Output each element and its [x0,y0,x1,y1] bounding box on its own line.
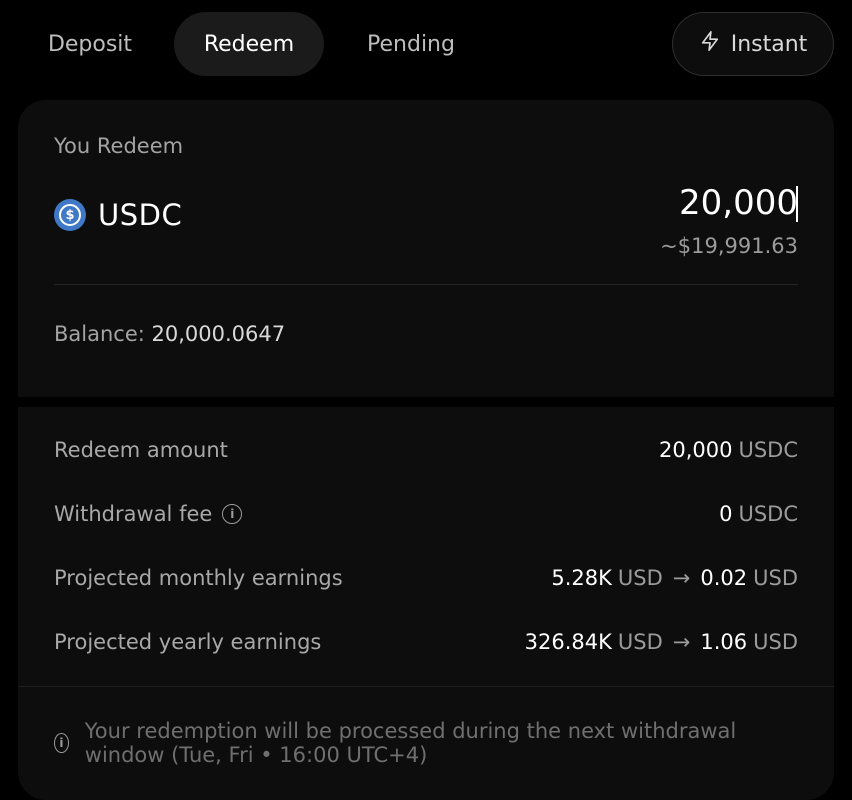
monthly-from-unit: USD [617,566,663,590]
usd-estimate: ~$19,991.63 [660,234,798,258]
withdrawal-fee-label: Withdrawal fee [54,502,213,526]
summary-row-yearly-earnings: Projected yearly earnings 326.84K USD → … [54,624,798,660]
row-label: Redeem amount [54,438,228,462]
notice-text: Your redemption will be processed during… [84,719,737,767]
divider [54,284,798,285]
instant-button[interactable]: Instant [672,12,834,76]
arrow-right-icon: → [672,630,691,654]
token-name: USDC [98,198,183,232]
redeem-amount-unit: USDC [738,438,798,462]
tab-bar: Deposit Redeem Pending Instant [0,0,852,90]
divider [18,686,834,687]
balance: Balance: 20,000.0647 [54,322,285,346]
text-caret [796,186,798,222]
arrow-right-icon: → [672,566,691,590]
row-value: 20,000 USDC [659,438,798,462]
summary-row-withdrawal-fee: Withdrawal fee i 0 USDC [54,496,798,532]
row-value: 326.84K USD → 1.06 USD [525,630,798,654]
redeem-amount-value: 20,000 [658,438,733,462]
monthly-to-value: 0.02 [700,566,748,590]
row-value: 0 USDC [719,502,798,526]
tab-deposit[interactable]: Deposit [20,12,160,76]
row-value: 5.28K USD → 0.02 USD [551,566,798,590]
tab-redeem[interactable]: Redeem [174,12,324,76]
yearly-to-unit: USD [753,630,798,654]
you-redeem-label: You Redeem [54,134,184,158]
summary-row-redeem-amount: Redeem amount 20,000 USDC [54,432,798,468]
row-label: Projected monthly earnings [54,566,343,590]
info-icon[interactable]: i [222,504,243,524]
lightning-icon [699,29,721,59]
row-label: Withdrawal fee i [54,502,243,526]
summary-card: Redeem amount 20,000 USDC Withdrawal fee… [18,407,834,800]
monthly-from-value: 5.28K [551,566,612,590]
balance-label: Balance: [54,322,145,346]
summary-row-monthly-earnings: Projected monthly earnings 5.28K USD → 0… [54,560,798,596]
monthly-to-unit: USD [753,566,798,590]
withdrawal-fee-unit: USDC [738,502,798,526]
info-icon: i [54,733,69,753]
withdrawal-fee-value: 0 [719,502,733,526]
instant-label: Instant [730,31,808,57]
redeem-input-card: You Redeem $ USDC ~$19,991.63 Balance: 2… [18,100,834,397]
tab-pending[interactable]: Pending [340,12,482,76]
usdc-icon: $ [54,199,86,231]
row-label: Projected yearly earnings [54,630,322,654]
token-selector[interactable]: $ USDC [54,198,182,232]
redemption-notice: i Your redemption will be processed duri… [54,719,794,767]
balance-value: 20,000.0647 [151,322,286,346]
yearly-from-value: 326.84K [524,630,612,654]
yearly-to-value: 1.06 [700,630,748,654]
yearly-from-unit: USD [617,630,663,654]
redeem-amount-input[interactable] [438,180,798,226]
